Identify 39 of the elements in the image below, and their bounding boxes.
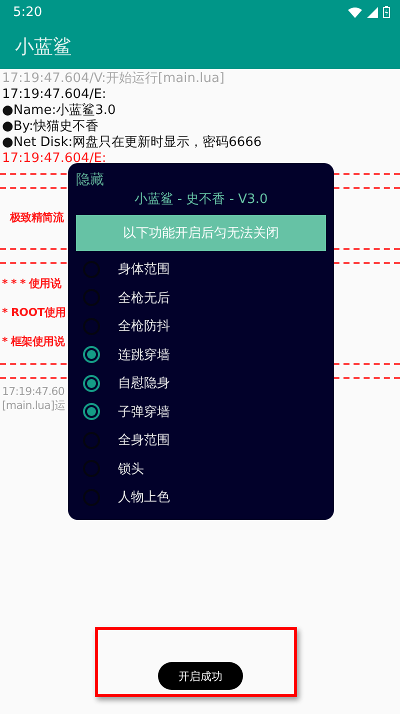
log-line: 17:19:47.604/E: [1, 151, 106, 167]
log-line: ●Name:小蓝鲨3.0 [1, 103, 116, 119]
option-label[interactable]: 锁头 [118, 460, 144, 478]
option-label[interactable]: 自慰隐身 [118, 374, 170, 392]
log-line: 17:19:47.60 [1, 385, 64, 399]
radio-button[interactable] [83, 432, 100, 449]
log-line: * 框架使用说 [1, 334, 64, 350]
radio-button[interactable] [83, 374, 100, 392]
option-label[interactable]: 身体范围 [118, 260, 170, 278]
radio-button[interactable] [83, 346, 100, 364]
status-time: 5:20 [13, 4, 42, 20]
radio-button[interactable] [83, 318, 100, 335]
option-label[interactable]: 全身范围 [118, 431, 170, 450]
dialog-title: 小蓝鲨 - 史不香 - V3.0 [134, 191, 268, 208]
option-label[interactable]: 连跳穿墙 [118, 346, 170, 364]
radio-button[interactable] [83, 260, 100, 278]
log-line: * * * 使用说 [1, 276, 62, 292]
option-label[interactable]: 全枪无后 [118, 288, 170, 307]
log-line: [main.lua]运 [1, 399, 65, 413]
radio-button[interactable] [83, 289, 100, 306]
radio-button[interactable] [83, 488, 100, 506]
log-line: * ROOT使用 [1, 305, 66, 321]
battery-icon [383, 6, 390, 18]
option-label[interactable]: 子弹穿墙 [118, 402, 170, 421]
toast-message: 开启成功 [158, 662, 243, 690]
radio-button[interactable] [83, 460, 100, 478]
option-label[interactable]: 人物上色 [118, 488, 170, 506]
notice-banner: 以下功能开启后匀无法关闭 [76, 215, 326, 251]
hide-button[interactable]: 隐藏 [76, 171, 104, 189]
log-line: 极致精简流 [8, 210, 64, 226]
signal-icon [367, 6, 378, 18]
log-line: 17:19:47.604/V:开始运行[main.lua] [1, 71, 224, 87]
log-line: ●Net Disk:网盘只在更新时显示，密码6666 [1, 135, 262, 151]
log-line: ●By:快猫史不香 [1, 119, 98, 135]
app-title: 小蓝鲨 [15, 34, 72, 60]
radio-button[interactable] [83, 403, 100, 420]
option-label[interactable]: 全枪防抖 [118, 317, 170, 336]
log-line: 17:19:47.604/E: [1, 87, 106, 103]
wifi-icon [348, 6, 362, 18]
